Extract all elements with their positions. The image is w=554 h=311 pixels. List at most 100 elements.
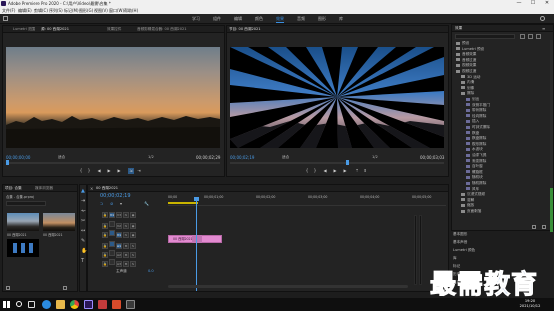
new-bin-icon[interactable] — [532, 225, 536, 229]
chrome-icon[interactable] — [70, 300, 79, 309]
delete-icon[interactable] — [542, 225, 546, 229]
app-icon-6[interactable] — [112, 300, 121, 309]
step-back-icon[interactable]: ◀ — [96, 168, 102, 174]
home-icon[interactable] — [3, 16, 8, 21]
selection-tool-icon[interactable]: ▲ — [81, 188, 85, 194]
premiere-taskbar-icon[interactable] — [84, 300, 93, 309]
track-target-v1[interactable] — [109, 230, 115, 236]
file-explorer-icon[interactable] — [56, 300, 65, 309]
insert-icon[interactable]: ⇲ — [128, 168, 134, 174]
transition-marker[interactable] — [192, 235, 202, 243]
mute-icon[interactable]: M — [123, 261, 129, 267]
program-scrub-bar[interactable] — [230, 160, 444, 165]
panel-libraries[interactable]: 库 — [453, 256, 457, 261]
edge-icon[interactable] — [42, 300, 51, 309]
workspace-assembly[interactable]: 组件 — [213, 16, 221, 22]
yuv-filter-icon[interactable] — [536, 34, 541, 39]
task-view-icon[interactable] — [28, 301, 35, 308]
clip-thumbnail-2[interactable] — [43, 213, 75, 231]
mark-out-icon[interactable]: } — [86, 168, 92, 174]
maximize-button[interactable]: ☐ — [526, 0, 540, 7]
source-fit-select[interactable]: 适合 — [58, 155, 65, 160]
new-item-icon[interactable] — [63, 286, 67, 290]
tab-effect-controls[interactable]: 效果控件 — [107, 27, 133, 32]
app-icon-7[interactable] — [126, 300, 135, 309]
taskbar-clock[interactable]: 19:20 2021/10/12 — [514, 299, 546, 309]
track-target-a3[interactable] — [109, 259, 115, 265]
lock-icon[interactable]: 🔒 — [102, 223, 108, 229]
step-forward-icon[interactable]: ▶ — [116, 168, 122, 174]
effects-tree-item[interactable]: 页面剥落 — [452, 209, 552, 215]
source-playhead-marker[interactable] — [6, 160, 9, 165]
mark-in-icon[interactable]: { — [78, 168, 84, 174]
track-label-v2[interactable]: V2 — [116, 223, 122, 229]
workspace-graphics[interactable]: 图形 — [318, 16, 326, 22]
overwrite-icon[interactable]: ⇥ — [136, 168, 142, 174]
track-target-a1[interactable] — [109, 241, 115, 247]
timeline-scrollbar[interactable] — [168, 285, 408, 288]
workspace-color[interactable]: 颜色 — [255, 16, 263, 22]
search-taskbar-icon[interactable] — [16, 301, 22, 307]
master-volume-value[interactable]: 0.0 — [148, 269, 154, 273]
program-mark-in-icon[interactable]: { — [304, 168, 310, 174]
program-step-back-icon[interactable]: ◀ — [322, 168, 328, 174]
track-label-v1[interactable]: V1 — [116, 232, 122, 238]
tab-timeline-sequence[interactable]: 00 西湖2021 — [96, 186, 146, 191]
source-scrub-bar[interactable] — [6, 160, 220, 165]
program-mark-out-icon[interactable]: } — [312, 168, 318, 174]
tab-source[interactable]: 源: 00 西湖2021 — [41, 27, 105, 32]
tab-lumetri-scopes[interactable]: Lumetri 范围 — [13, 27, 39, 32]
clip-thumbnail-1[interactable] — [7, 213, 39, 231]
workspace-audio[interactable]: 音频 — [297, 16, 305, 22]
play-icon[interactable]: ▶ — [106, 168, 112, 174]
program-fit-select[interactable]: 适合 — [282, 155, 289, 160]
effects-search-input[interactable] — [455, 34, 515, 39]
timeline-ruler[interactable]: 00;00 00;00;01;00 00;00;02;00 00;00;03;0… — [168, 194, 446, 206]
solo-icon[interactable]: S — [130, 243, 136, 249]
extract-icon[interactable]: ⇞ — [362, 168, 368, 174]
playhead-handle[interactable] — [194, 197, 199, 201]
close-tab-icon[interactable]: × — [90, 186, 93, 191]
timeline-settings-icon[interactable]: 🔧 — [144, 201, 149, 206]
track-label-a3[interactable]: A3 — [116, 261, 122, 267]
source-timecode-in[interactable]: 00;00;00;00 — [6, 155, 30, 160]
32bit-filter-icon[interactable] — [528, 34, 533, 39]
track-label-a2[interactable]: A2 — [116, 252, 122, 258]
track-label-a1[interactable]: A1 — [116, 243, 122, 249]
eye-icon[interactable]: ◉ — [130, 212, 136, 218]
pen-tool-icon[interactable]: ✎ — [81, 238, 85, 244]
program-play-icon[interactable]: ▶ — [332, 168, 338, 174]
lock-icon[interactable]: 🔒 — [102, 212, 108, 218]
project-search-input[interactable] — [6, 201, 46, 206]
effects-scroll-thumb[interactable] — [550, 188, 553, 232]
track-target-v2[interactable] — [109, 221, 115, 227]
source-video-frame[interactable] — [6, 47, 220, 148]
track-target-a2[interactable] — [109, 250, 115, 256]
mute-icon[interactable]: M — [123, 252, 129, 258]
tab-project[interactable]: 项目: 合集 — [5, 186, 33, 191]
program-step-forward-icon[interactable]: ▶ — [342, 168, 348, 174]
tab-program[interactable]: 节目: 00 西湖2021 — [229, 27, 309, 32]
sync-lock-icon[interactable]: ⇋ — [123, 223, 129, 229]
solo-icon[interactable]: S — [130, 252, 136, 258]
program-timecode-in[interactable]: 00;00;02;19 — [230, 155, 254, 160]
eye-icon[interactable]: ◉ — [130, 232, 136, 238]
track-label-v3[interactable]: V3 — [116, 212, 122, 218]
effects-scrollbar[interactable] — [550, 40, 553, 232]
list-view-icon[interactable] — [6, 286, 10, 290]
program-playhead-marker[interactable] — [346, 160, 349, 165]
panel-lumetri-color[interactable]: Lumetri 颜色 — [453, 248, 475, 253]
track-target-v3[interactable]: V1 — [109, 212, 115, 218]
panel-menu-icon[interactable]: ≡ — [542, 26, 545, 31]
solo-icon[interactable]: S — [130, 261, 136, 267]
source-page[interactable]: 1/2 — [148, 155, 154, 159]
slip-tool-icon[interactable]: ↔ — [81, 228, 85, 234]
tab-media-browser[interactable]: 媒体浏览器 — [35, 186, 63, 191]
snap-icon[interactable]: ⊃ — [100, 201, 103, 206]
lock-icon[interactable]: 🔒 — [102, 243, 108, 249]
lift-icon[interactable]: ⇡ — [354, 168, 360, 174]
mute-icon[interactable]: M — [123, 243, 129, 249]
lock-icon[interactable]: 🔒 — [102, 232, 108, 238]
razor-tool-icon[interactable]: ✂ — [81, 218, 85, 224]
program-page[interactable]: 1/2 — [372, 155, 378, 159]
